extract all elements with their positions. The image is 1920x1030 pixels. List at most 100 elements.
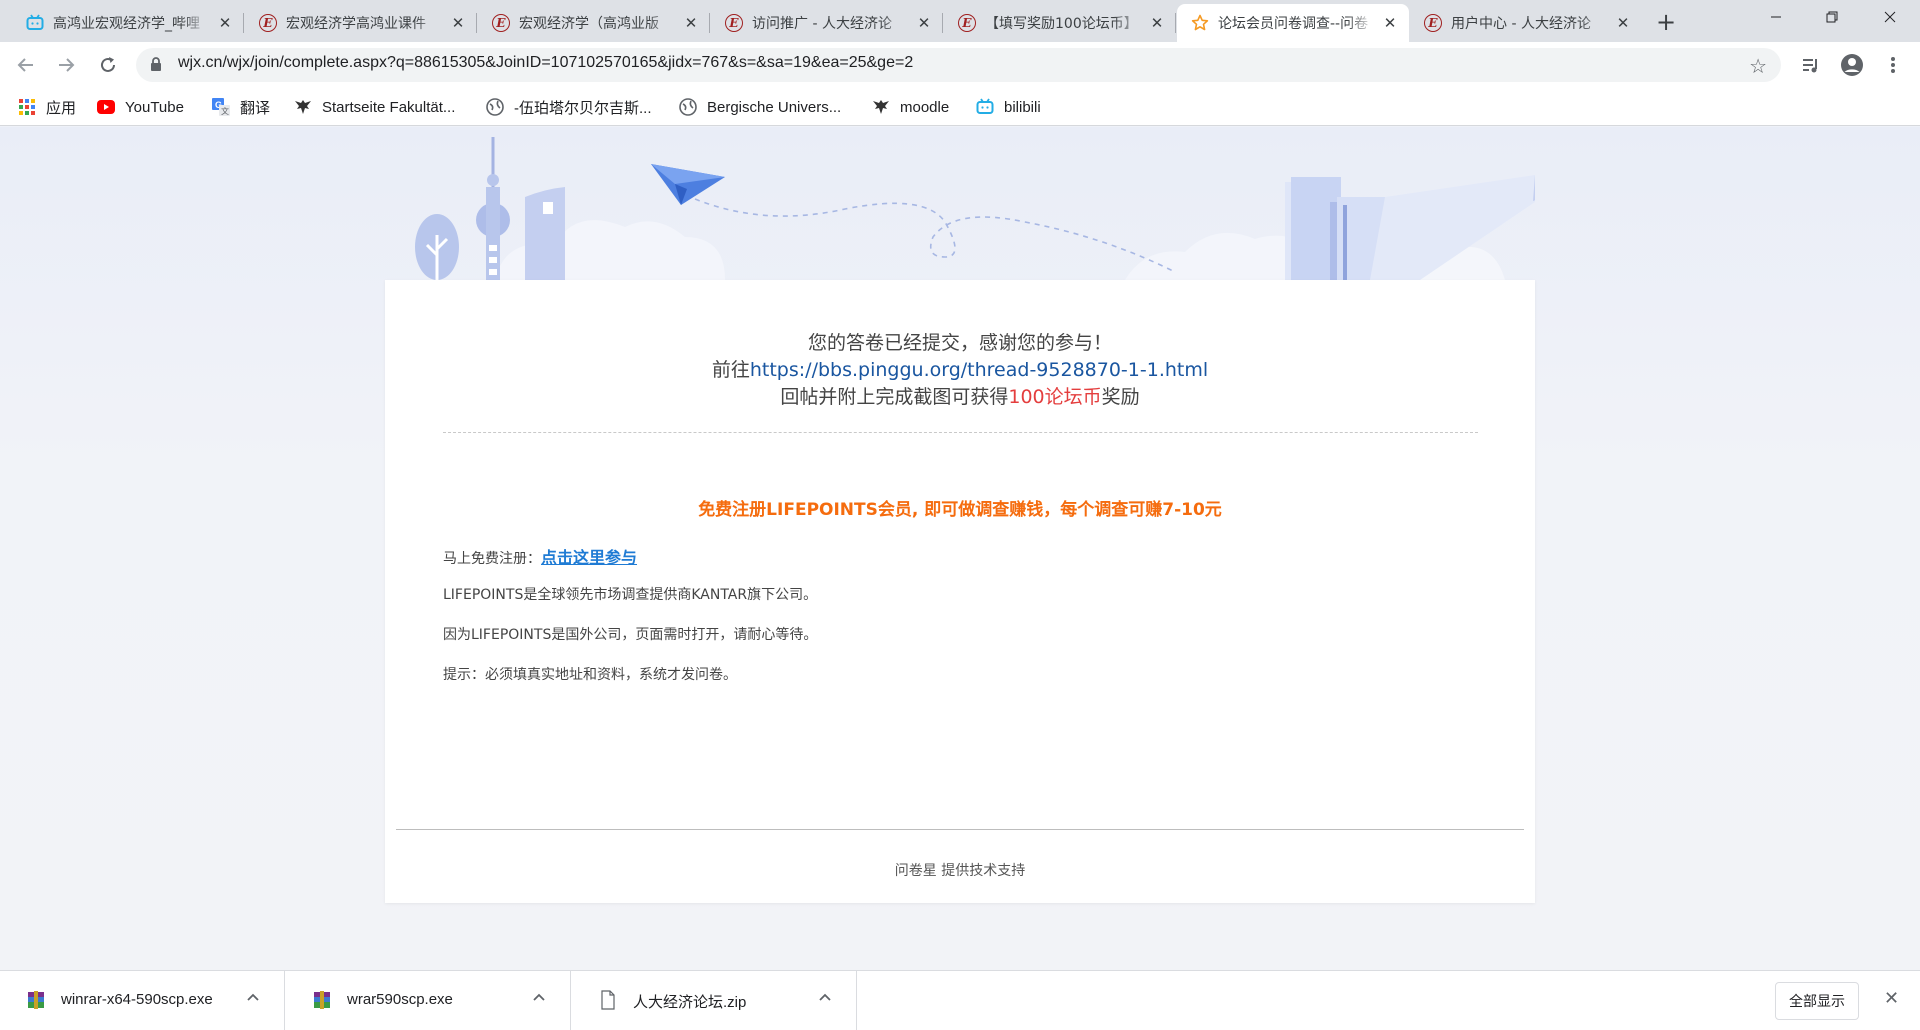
more-vertical-icon <box>1891 57 1895 73</box>
reward-line: 回帖并附上完成截图可获得100论坛币奖励 <box>385 384 1535 411</box>
pinggu-e-icon: E <box>492 14 510 32</box>
tab-title: 宏观经济学高鸿业课件 <box>286 16 426 32</box>
submit-message: 您的答卷已经提交，感谢您的参与！ 前往https://bbs.pinggu.or… <box>385 330 1535 411</box>
winrar-icon <box>26 990 46 1010</box>
register-line: 马上免费注册：点击这里参与 <box>443 544 637 568</box>
dashed-divider <box>443 432 1478 433</box>
reward-prefix: 回帖并附上完成截图可获得 <box>780 386 1009 408</box>
lock-icon <box>150 57 162 76</box>
account-icon <box>1841 54 1863 76</box>
eagle-icon <box>294 98 312 116</box>
promo-info-3: 提示：必须填真实地址和资料，系统才发问卷。 <box>443 667 737 683</box>
bookmark-label: -伍珀塔尔贝尔吉斯... <box>514 99 652 117</box>
tab-title: 论坛会员问卷调查--问卷 <box>1218 16 1369 32</box>
bookmark-apps[interactable]: 应用 <box>18 97 76 117</box>
reload-button[interactable] <box>92 49 124 81</box>
bookmark-translate[interactable]: G文 翻译 <box>212 97 270 117</box>
bookmark-label: Startseite Fakultät... <box>322 98 456 116</box>
translate-icon: G文 <box>212 98 230 116</box>
tab-close-icon[interactable]: ✕ <box>915 14 933 32</box>
result-card: 您的答卷已经提交，感谢您的参与！ 前往https://bbs.pinggu.or… <box>385 280 1535 903</box>
eagle-icon <box>872 98 890 116</box>
restore-button[interactable] <box>1804 0 1860 34</box>
address-bar[interactable]: wjx.cn/wjx/join/complete.aspx?q=88615305… <box>136 48 1781 82</box>
tab-pinggu-courseware[interactable]: E 宏观经济学高鸿业课件 ✕ <box>245 4 477 42</box>
tab-close-icon[interactable]: ✕ <box>216 14 234 32</box>
download-item[interactable]: winrar-x64-590scp.exe <box>0 971 285 1030</box>
promo-info-2: 因为LIFEPOINTS是国外公司，页面需时打开，请耐心等待。 <box>443 627 818 643</box>
bilibili-icon <box>976 98 994 116</box>
tab-title: 宏观经济学（高鸿业版 <box>519 16 659 32</box>
forward-button[interactable] <box>50 49 82 81</box>
close-window-button[interactable] <box>1862 0 1918 34</box>
bookmark-moodle[interactable]: moodle <box>872 97 949 117</box>
new-tab-button[interactable]: + <box>1652 8 1680 36</box>
tab-close-icon[interactable]: ✕ <box>449 14 467 32</box>
minimize-icon <box>1771 16 1781 18</box>
menu-button[interactable] <box>1877 49 1909 81</box>
bookmark-fakultat[interactable]: Startseite Fakultät... <box>294 97 455 117</box>
tab-title: 访问推广 - 人大经济论 <box>752 16 892 32</box>
bookmark-star-icon[interactable]: ☆ <box>1749 54 1767 78</box>
youtube-icon <box>97 98 115 116</box>
page-content: 您的答卷已经提交，感谢您的参与！ 前往https://bbs.pinggu.or… <box>0 127 1920 970</box>
download-item[interactable]: 人大经济论坛.zip <box>572 971 857 1030</box>
tab-close-icon[interactable]: ✕ <box>1614 14 1632 32</box>
svg-text:文: 文 <box>221 106 229 116</box>
download-filename: 人大经济论坛.zip <box>633 994 747 1011</box>
show-all-downloads-button[interactable]: 全部显示 <box>1775 982 1859 1020</box>
promo-info-1: LIFEPOINTS是全球领先市场调查提供商KANTAR旗下公司。 <box>443 587 818 603</box>
media-playlist-icon <box>1803 59 1817 73</box>
pinggu-e-icon: E <box>259 14 277 32</box>
bookmark-youtube[interactable]: YouTube <box>97 97 184 117</box>
restore-icon <box>1826 11 1838 23</box>
tab-close-icon[interactable]: ✕ <box>1148 14 1166 32</box>
download-filename: winrar-x64-590scp.exe <box>61 991 213 1008</box>
download-item[interactable]: wrar590scp.exe <box>286 971 571 1030</box>
back-button[interactable] <box>10 49 42 81</box>
winrar-icon <box>312 990 332 1010</box>
register-link[interactable]: 点击这里参与 <box>541 548 637 567</box>
bookmark-wuppertal[interactable]: -伍珀塔尔贝尔吉斯... <box>486 97 652 117</box>
footer-divider <box>396 829 1524 830</box>
reward-suffix: 奖励 <box>1101 386 1140 408</box>
reload-icon <box>101 57 115 72</box>
globe-icon <box>486 98 504 116</box>
tab-bilibili-course[interactable]: 高鸿业宏观经济学_哔哩 ✕ <box>12 4 244 42</box>
minimize-button[interactable] <box>1748 0 1804 34</box>
bookmark-label: 应用 <box>46 99 77 117</box>
tab-title: 高鸿业宏观经济学_哔哩 <box>53 16 200 32</box>
bookmark-label: bilibili <box>1004 98 1041 116</box>
chevron-up-icon[interactable] <box>818 989 832 1008</box>
tab-survey-active[interactable]: 论坛会员问卷调查--问卷 ✕ <box>1177 4 1409 42</box>
footer-credit: 问卷星 提供技术支持 <box>894 863 1026 879</box>
apps-grid-icon <box>18 98 36 116</box>
forum-link-line: 前往https://bbs.pinggu.org/thread-9528870-… <box>385 357 1535 384</box>
tab-close-icon[interactable]: ✕ <box>682 14 700 32</box>
tab-close-icon[interactable]: ✕ <box>1381 14 1399 32</box>
download-bar: winrar-x64-590scp.exe wrar590scp.exe 人大经… <box>0 970 1920 1030</box>
forum-thread-link[interactable]: https://bbs.pinggu.org/thread-9528870-1-… <box>750 359 1208 381</box>
bookmark-bilibili[interactable]: bilibili <box>976 97 1041 117</box>
bookmark-bergische[interactable]: Bergische Univers... <box>679 97 841 117</box>
bookmark-label: YouTube <box>125 98 184 116</box>
tab-pinggu-usercenter[interactable]: E 用户中心 - 人大经济论 ✕ <box>1410 4 1642 42</box>
profile-button[interactable] <box>1836 49 1868 81</box>
promo-title: 免费注册LIFEPOINTS会员, 即可做调查赚钱，每个调查可赚7-10元 <box>698 500 1222 520</box>
reward-amount: 100论坛币 <box>1008 386 1102 408</box>
star-icon <box>1191 14 1209 32</box>
file-icon <box>598 990 618 1010</box>
chevron-up-icon[interactable] <box>246 989 260 1008</box>
tab-title: 用户中心 - 人大经济论 <box>1451 16 1591 32</box>
tab-title: 【填写奖励100论坛币】 <box>985 16 1138 32</box>
close-icon[interactable]: ✕ <box>1884 988 1899 1009</box>
tab-pinggu-reward[interactable]: E 【填写奖励100论坛币】 ✕ <box>944 4 1176 42</box>
tab-pinggu-promo[interactable]: E 访问推广 - 人大经济论 ✕ <box>711 4 943 42</box>
bookmarks-bar: 应用 YouTube G文 翻译 Startseite Fakultät... … <box>0 88 1920 126</box>
chevron-up-icon[interactable] <box>532 989 546 1008</box>
pinggu-e-icon: E <box>958 14 976 32</box>
tab-pinggu-macro[interactable]: E 宏观经济学（高鸿业版 ✕ <box>478 4 710 42</box>
bookmark-label: moodle <box>900 98 950 116</box>
thanks-text: 您的答卷已经提交，感谢您的参与！ <box>807 332 1112 354</box>
reading-list-button[interactable] <box>1795 49 1827 81</box>
